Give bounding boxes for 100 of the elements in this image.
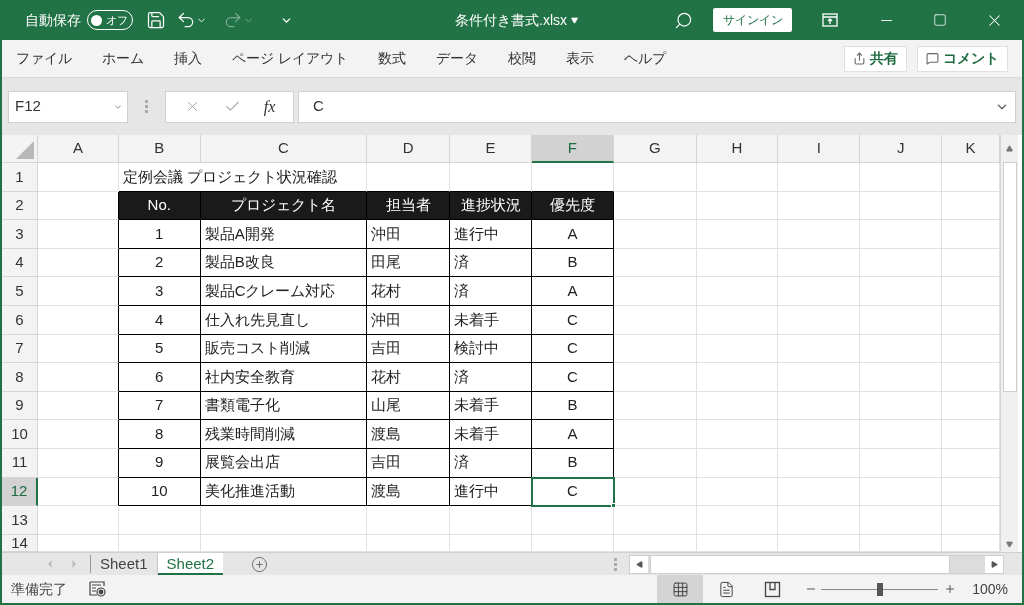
table-cell[interactable]: B: [532, 448, 614, 478]
table-cell[interactable]: 9: [118, 448, 201, 478]
table-cell[interactable]: 美化推進活動: [200, 477, 368, 507]
table-cell[interactable]: 未着手: [450, 305, 532, 335]
column-header[interactable]: E: [450, 135, 532, 163]
sign-in-button[interactable]: サインイン: [713, 8, 792, 32]
column-header[interactable]: B: [118, 135, 201, 163]
column-header[interactable]: C: [200, 135, 368, 163]
table-cell[interactable]: C: [532, 363, 614, 392]
table-cell[interactable]: B: [532, 391, 614, 421]
table-cell[interactable]: 社内安全教育: [200, 363, 368, 392]
column-header[interactable]: A: [38, 135, 119, 163]
row-header[interactable]: 10: [2, 420, 38, 449]
row-header[interactable]: 7: [2, 334, 38, 364]
sheet-tab[interactable]: Sheet2: [157, 553, 224, 575]
add-sheet-icon[interactable]: [251, 555, 269, 573]
row-header[interactable]: 9: [2, 391, 38, 421]
table-cell[interactable]: 仕入れ先見直し: [200, 305, 368, 335]
ribbon-tab[interactable]: ファイル: [16, 48, 72, 69]
scroll-thumb[interactable]: [1002, 162, 1017, 392]
table-cell[interactable]: 8: [118, 420, 201, 449]
ribbon-tab[interactable]: 校閲: [507, 48, 536, 69]
ribbon-tab[interactable]: ホーム: [102, 48, 144, 69]
table-cell[interactable]: 6: [118, 363, 201, 392]
table-cell[interactable]: 10: [118, 477, 201, 507]
name-box[interactable]: F12: [8, 90, 128, 123]
table-cell[interactable]: 吉田: [367, 334, 451, 364]
table-cell[interactable]: 済: [450, 277, 532, 306]
table-cell[interactable]: 未着手: [450, 391, 532, 421]
slider-thumb[interactable]: [876, 582, 883, 596]
table-cell[interactable]: 花村: [367, 363, 451, 392]
table-cell[interactable]: C: [532, 477, 614, 507]
zoom-slider[interactable]: [821, 582, 939, 596]
vertical-scrollbar[interactable]: [1000, 135, 1018, 552]
row-header[interactable]: 4: [2, 248, 38, 278]
row-header[interactable]: 3: [2, 220, 38, 249]
column-header[interactable]: H: [696, 135, 779, 163]
row-header[interactable]: 8: [2, 363, 38, 392]
table-cell[interactable]: 山尾: [367, 391, 451, 421]
share-button[interactable]: 共有: [844, 45, 907, 72]
table-cell[interactable]: C: [532, 305, 614, 335]
table-cell[interactable]: 2: [118, 248, 201, 278]
view-button[interactable]: [657, 575, 704, 603]
file-title[interactable]: 条件付き書式.xlsx: [455, 9, 578, 31]
scroll-left-icon[interactable]: [635, 560, 643, 568]
table-cell[interactable]: A: [532, 277, 614, 306]
ribbon-tab[interactable]: 挿入: [174, 48, 202, 69]
title-cell[interactable]: 定例会議 プロジェクト状況確認: [118, 163, 368, 192]
fill-handle[interactable]: [610, 503, 616, 509]
column-header[interactable]: K: [942, 135, 1000, 163]
ribbon-display-icon[interactable]: [822, 13, 838, 27]
horizontal-scrollbar[interactable]: [629, 554, 1004, 574]
undo-icon[interactable]: [176, 10, 196, 30]
table-cell[interactable]: 沖田: [367, 305, 451, 335]
column-header[interactable]: G: [613, 135, 697, 163]
table-cell[interactable]: 済: [450, 363, 532, 392]
insert-function-button[interactable]: fx: [263, 94, 276, 119]
maximize-icon[interactable]: [933, 13, 947, 27]
table-cell[interactable]: 1: [118, 220, 201, 249]
table-cell[interactable]: 4: [118, 305, 201, 335]
grip-icon[interactable]: [614, 557, 617, 571]
table-cell[interactable]: 販売コスト削減: [200, 334, 368, 364]
table-cell[interactable]: 残業時間削減: [200, 420, 368, 449]
macro-record-icon[interactable]: [89, 581, 106, 597]
search-icon[interactable]: [674, 10, 693, 30]
scroll-down-icon[interactable]: [1006, 541, 1013, 548]
ribbon-tab[interactable]: ページ レイアウト: [232, 48, 348, 69]
ribbon-tab[interactable]: データ: [435, 48, 478, 69]
table-cell[interactable]: 製品A開発: [200, 220, 368, 249]
table-cell[interactable]: 書類電子化: [200, 391, 368, 421]
scroll-thumb[interactable]: [650, 555, 950, 573]
table-cell[interactable]: 検討中: [450, 334, 532, 364]
row-header[interactable]: 1: [2, 163, 38, 192]
table-cell[interactable]: 7: [118, 391, 201, 421]
column-header[interactable]: F: [531, 135, 614, 163]
table-cell[interactable]: 製品B改良: [200, 248, 368, 278]
table-cell[interactable]: A: [532, 420, 614, 449]
table-cell[interactable]: 花村: [367, 277, 451, 306]
ribbon-tab[interactable]: 数式: [377, 48, 406, 69]
save-icon[interactable]: [146, 10, 166, 30]
zoom-in-icon[interactable]: [944, 583, 957, 595]
table-cell[interactable]: 製品Cクレーム対応: [200, 277, 368, 306]
table-cell[interactable]: C: [532, 334, 614, 364]
formula-input[interactable]: C: [298, 90, 1016, 123]
table-cell[interactable]: 進行中: [450, 477, 532, 507]
table-cell[interactable]: A: [532, 220, 614, 249]
column-header[interactable]: J: [860, 135, 943, 163]
table-cell[interactable]: 未着手: [450, 420, 532, 449]
row-header[interactable]: 11: [2, 448, 38, 478]
column-header[interactable]: I: [778, 135, 861, 163]
select-all-icon[interactable]: [16, 141, 34, 159]
table-cell[interactable]: 沖田: [367, 220, 451, 249]
row-header[interactable]: 12: [2, 477, 38, 507]
table-cell[interactable]: 済: [450, 248, 532, 278]
zoom-level[interactable]: 100%: [972, 578, 1008, 600]
scroll-right-icon[interactable]: [990, 560, 998, 568]
row-header[interactable]: 6: [2, 305, 38, 335]
column-header[interactable]: D: [367, 135, 451, 163]
scroll-up-icon[interactable]: [1006, 145, 1013, 152]
table-cell[interactable]: B: [532, 248, 614, 278]
